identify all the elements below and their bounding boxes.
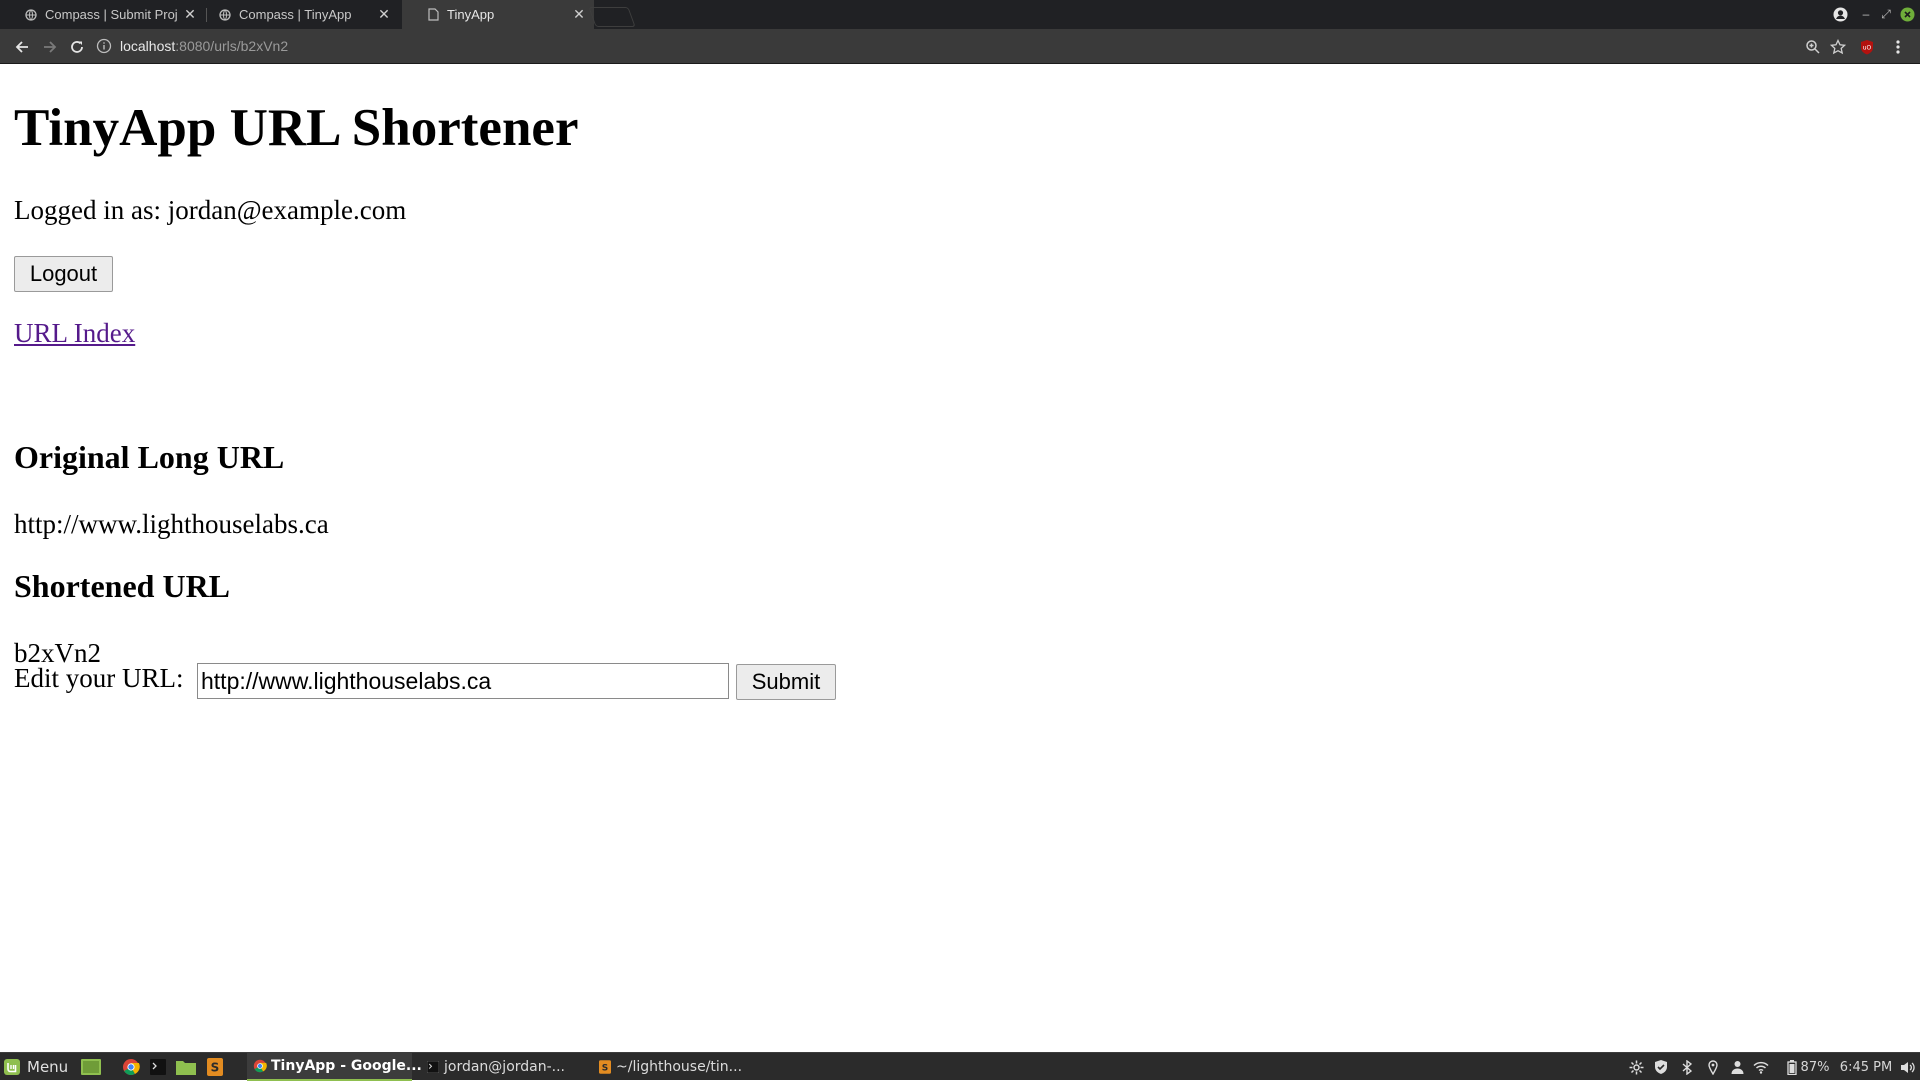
- submit-button[interactable]: Submit: [736, 664, 836, 700]
- browser-toolbar: localhost:8080/urls/b2xVn2 uO: [0, 29, 1920, 64]
- tab-compass-submit[interactable]: Compass | Submit Proj ✕: [0, 0, 205, 29]
- logout-button[interactable]: Logout: [14, 256, 113, 292]
- close-tab-icon[interactable]: ✕: [375, 6, 393, 24]
- site-info-icon[interactable]: [96, 38, 112, 54]
- tab-title: TinyApp: [447, 7, 495, 22]
- user-icon[interactable]: [1729, 1057, 1745, 1077]
- url-index-link[interactable]: URL Index: [14, 315, 135, 351]
- browser-tab-strip: Compass | Submit Proj ✕ Compass | TinyAp…: [0, 0, 1920, 29]
- original-url-heading: Original Long URL: [14, 439, 285, 475]
- show-desktop-icon[interactable]: [80, 1057, 102, 1077]
- tab-title: Compass | Submit Proj: [45, 7, 178, 22]
- url-host: localhost: [120, 38, 176, 54]
- globe-icon: [24, 8, 38, 22]
- terminal-launcher-icon[interactable]: [148, 1057, 168, 1077]
- network-settings-icon[interactable]: [1627, 1057, 1645, 1077]
- new-tab-button[interactable]: [588, 7, 636, 27]
- profile-icon[interactable]: [1830, 5, 1850, 23]
- files-launcher-icon[interactable]: [176, 1057, 196, 1077]
- window-title: TinyApp - Google...: [271, 1058, 422, 1074]
- chrome-launcher-icon[interactable]: [121, 1057, 141, 1077]
- logged-in-status: Logged in as: jordan@example.com: [14, 195, 407, 225]
- taskbar-window-browser[interactable]: TinyApp - Google...: [247, 1053, 422, 1081]
- edit-url-input[interactable]: [197, 663, 729, 699]
- close-tab-icon[interactable]: ✕: [570, 6, 588, 24]
- taskbar-window-sublime[interactable]: S ~/lighthouse/tin...: [592, 1053, 757, 1081]
- svg-text:uO: uO: [1863, 45, 1872, 52]
- mint-logo-icon: [3, 1058, 21, 1076]
- bluetooth-icon[interactable]: [1679, 1057, 1695, 1077]
- more-menu-icon[interactable]: [1887, 35, 1909, 59]
- url-path: :8080/urls/b2xVn2: [175, 38, 289, 54]
- location-icon[interactable]: [1705, 1057, 1721, 1077]
- page-title: TinyApp URL Shortener: [14, 99, 579, 157]
- page-icon: [426, 8, 440, 22]
- svg-text:S: S: [211, 1061, 220, 1075]
- taskbar-window-terminal[interactable]: jordan@jordan-...: [420, 1053, 585, 1081]
- menu-label: Menu: [27, 1058, 69, 1076]
- minimize-icon[interactable]: –: [1858, 5, 1874, 23]
- terminal-icon: [426, 1060, 440, 1074]
- desktop-taskbar: Menu S TinyApp - Google... jordan@jordan…: [0, 1052, 1920, 1081]
- shortened-url-heading: Shortened URL: [14, 568, 231, 604]
- battery-icon: [1786, 1059, 1797, 1075]
- window-title: jordan@jordan-...: [444, 1059, 566, 1075]
- forward-icon[interactable]: [38, 35, 62, 59]
- svg-text:S: S: [602, 1063, 608, 1073]
- sublime-icon: S: [598, 1060, 612, 1074]
- reload-icon[interactable]: [65, 35, 89, 59]
- tab-compass-tinyapp[interactable]: Compass | TinyApp ✕: [194, 0, 399, 29]
- start-menu-button[interactable]: Menu: [3, 1056, 68, 1078]
- wifi-icon[interactable]: [1752, 1057, 1770, 1077]
- page-content: TinyApp URL Shortener Logged in as: jord…: [0, 64, 1920, 1052]
- clock[interactable]: 6:45 PM: [1836, 1057, 1896, 1077]
- window-title: ~/lighthouse/tin...: [616, 1059, 743, 1075]
- battery-indicator[interactable]: 87%: [1777, 1057, 1839, 1077]
- zoom-icon[interactable]: [1802, 35, 1824, 59]
- tab-tinyapp[interactable]: TinyApp ✕: [402, 0, 594, 29]
- original-url-value: http://www.lighthouselabs.ca: [14, 509, 329, 539]
- chrome-icon: [253, 1059, 267, 1073]
- update-shield-icon[interactable]: [1652, 1057, 1670, 1077]
- edit-url-label: Edit your URL:: [14, 663, 184, 693]
- restore-icon[interactable]: ⤢: [1878, 5, 1894, 23]
- tab-title: Compass | TinyApp: [239, 7, 352, 22]
- address-bar[interactable]: localhost:8080/urls/b2xVn2: [96, 33, 1826, 59]
- globe-icon: [218, 8, 232, 22]
- ublock-extension-icon[interactable]: uO: [1856, 35, 1878, 59]
- sublime-launcher-icon[interactable]: S: [205, 1057, 225, 1077]
- back-icon[interactable]: [10, 35, 34, 59]
- battery-percent: 87%: [1800, 1059, 1830, 1075]
- close-window-icon[interactable]: [1898, 5, 1916, 23]
- volume-icon[interactable]: [1898, 1057, 1916, 1077]
- bookmark-star-icon[interactable]: [1827, 35, 1849, 59]
